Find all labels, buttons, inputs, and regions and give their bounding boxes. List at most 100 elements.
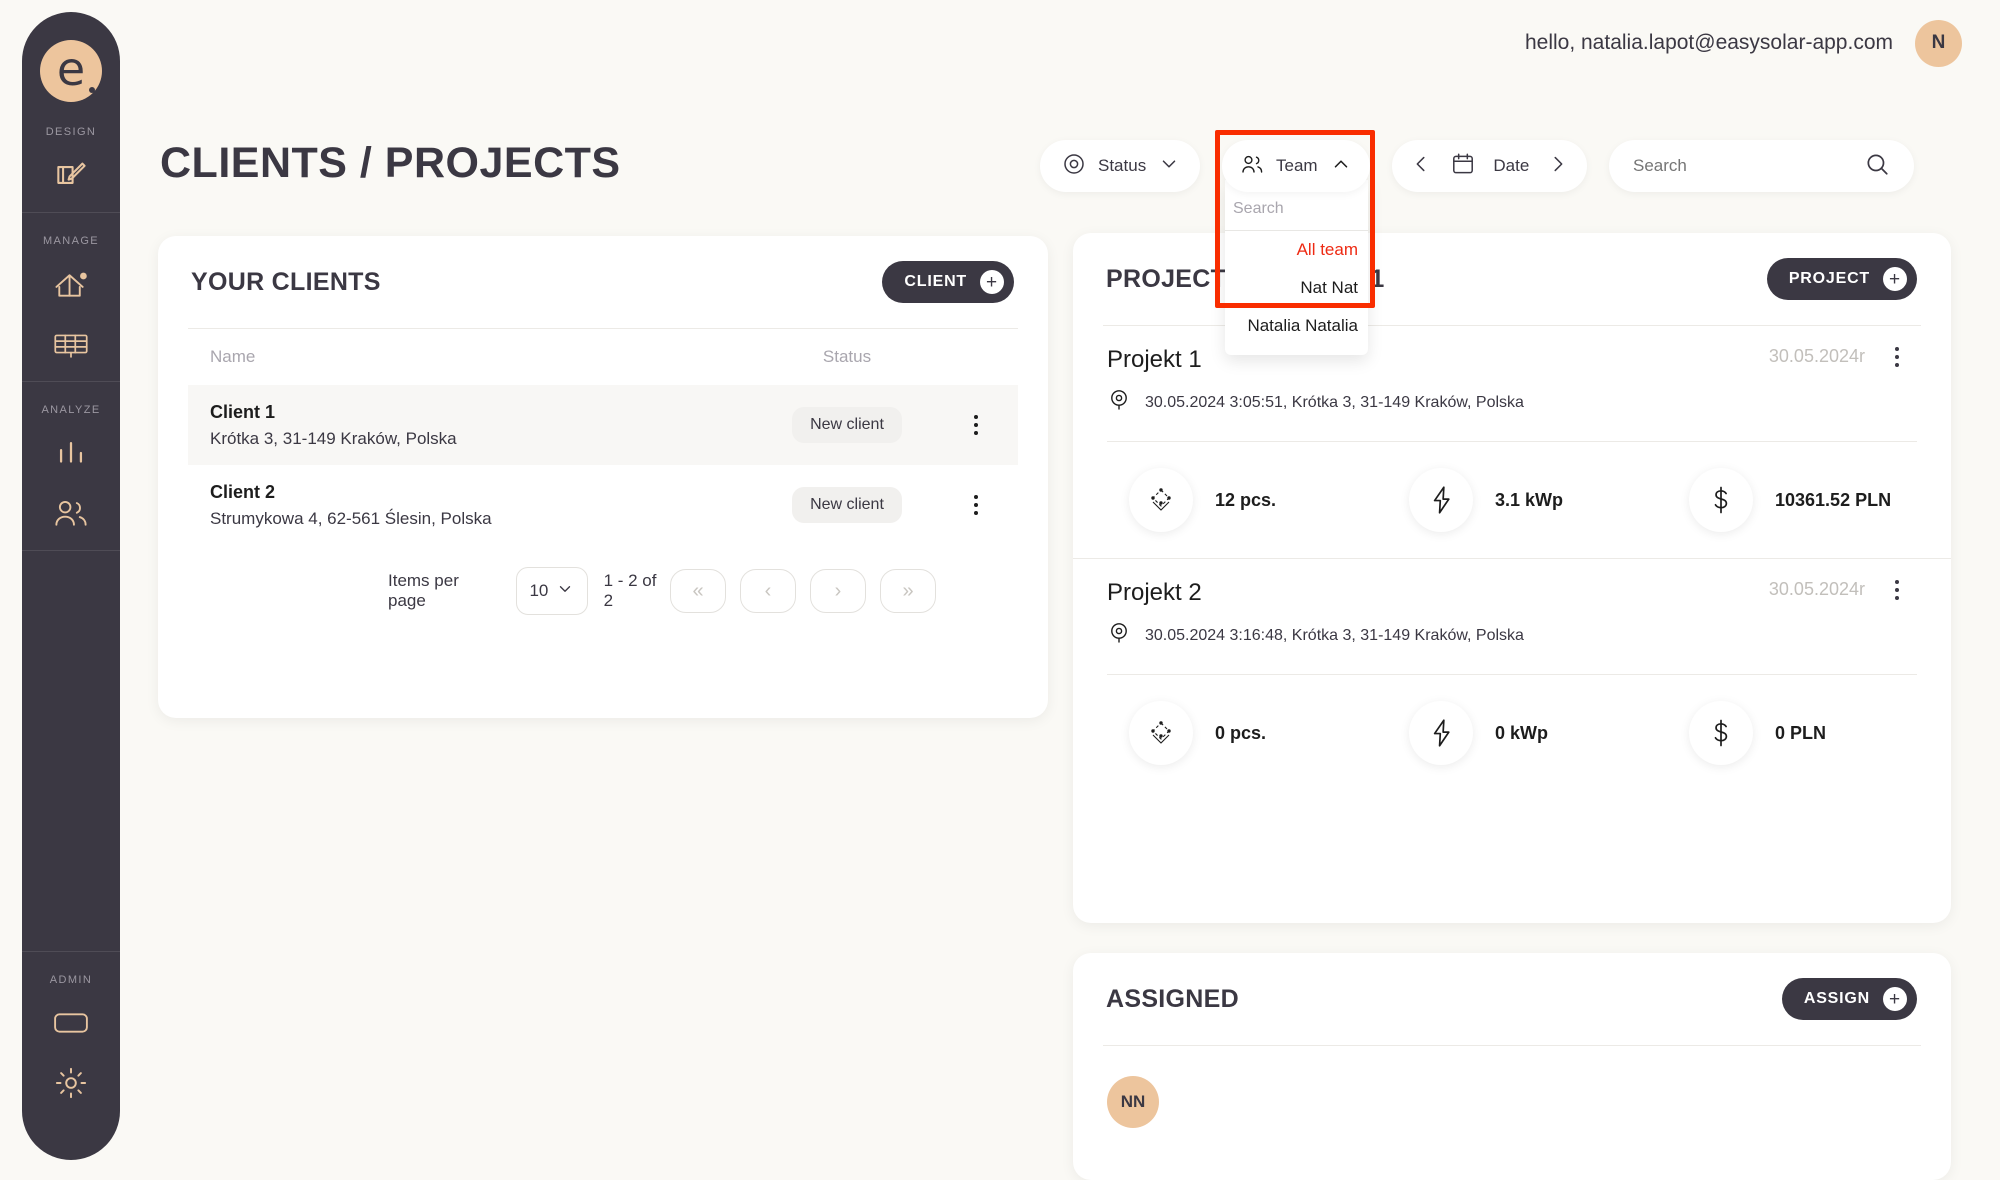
- last-page-button[interactable]: »: [880, 569, 936, 613]
- solar-modules-icon: [1129, 468, 1193, 532]
- date-filter-button[interactable]: Date: [1392, 140, 1587, 192]
- sidebar-item-house[interactable]: [48, 261, 94, 307]
- target-icon: [1062, 152, 1086, 181]
- stat-price-value: 10361.52 PLN: [1775, 489, 1892, 510]
- team-dropdown-menu[interactable]: All team Nat Nat Natalia Natalia: [1225, 180, 1368, 355]
- pagination-left: Items per page 10 1 - 2 of 2: [388, 567, 670, 615]
- row-menu-button[interactable]: [956, 495, 996, 515]
- client-info: Client 1 Krótka 3, 31-149 Kraków, Polska: [210, 402, 738, 449]
- team-option-all-team[interactable]: All team: [1225, 231, 1368, 269]
- prev-page-button[interactable]: ‹: [740, 569, 796, 613]
- chevron-down-icon: [1158, 153, 1180, 180]
- dollar-icon: [1689, 468, 1753, 532]
- solar-modules-icon: [1129, 701, 1193, 765]
- sidebar-group-design: DESIGN: [22, 104, 120, 212]
- client-info: Client 2 Strumykowa 4, 62-561 Ślesin, Po…: [210, 482, 738, 529]
- stat-power: 3.1 kWp: [1409, 468, 1689, 532]
- plus-icon: +: [1883, 987, 1907, 1011]
- sidebar-item-billing[interactable]: [48, 1000, 94, 1046]
- sidebar-item-solar-panel[interactable]: [48, 321, 94, 367]
- projects-card-header: PROJECTS 1 PROJECT +: [1073, 233, 1951, 325]
- project-date: 30.05.2024r: [1768, 346, 1865, 366]
- column-header-status: Status: [822, 347, 872, 366]
- team-option-natalia-natalia[interactable]: Natalia Natalia: [1225, 307, 1368, 345]
- stat-price: 10361.52 PLN: [1689, 468, 1891, 532]
- gear-icon: [53, 1065, 89, 1101]
- logo-dot: [89, 87, 95, 93]
- top-bar: hello, natalia.lapot@easysolar-app.com N: [0, 0, 2000, 86]
- project-stats: 12 pcs. 3.1 kWp 10361.52 PLN: [1107, 442, 1917, 558]
- chevron-down-icon: [556, 580, 574, 603]
- assigned-card-header: ASSIGNED ASSIGN +: [1073, 953, 1951, 1045]
- first-page-button[interactable]: «: [670, 569, 726, 613]
- assigned-card: ASSIGNED ASSIGN + NN: [1073, 953, 1951, 1180]
- location-pin-icon: [1107, 388, 1131, 417]
- stat-price-value: 0 PLN: [1775, 722, 1827, 743]
- stat-power: 0 kWp: [1409, 701, 1689, 765]
- assigned-card-title: ASSIGNED: [1106, 984, 1239, 1013]
- status-filter-label: Status: [1098, 156, 1147, 175]
- table-row[interactable]: Client 2 Strumykowa 4, 62-561 Ślesin, Po…: [188, 465, 1018, 545]
- user-greeting: hello, natalia.lapot@easysolar-app.com: [1524, 31, 1893, 54]
- sidebar-group-analyze: ANALYZE: [22, 382, 120, 550]
- client-name: Client 1: [210, 401, 276, 422]
- project-block: Projekt 1 30.05.2024r 30.05.2024 3:05:51…: [1073, 326, 1951, 558]
- projects-title-prefix: PROJECTS: [1106, 264, 1244, 293]
- team-search-input[interactable]: [1233, 200, 1360, 218]
- people-icon: [52, 498, 90, 528]
- items-per-page-label: Items per page: [388, 571, 459, 610]
- search-input[interactable]: [1633, 156, 1864, 176]
- assignee-avatar[interactable]: NN: [1107, 1076, 1159, 1128]
- next-page-button[interactable]: ›: [810, 569, 866, 613]
- client-name: Client 2: [210, 481, 276, 502]
- team-option-nat-nat[interactable]: Nat Nat: [1225, 269, 1368, 307]
- stat-power-value: 0 kWp: [1495, 722, 1549, 743]
- status-badge: New client: [792, 407, 902, 443]
- clients-table-header: Name Status: [188, 329, 1018, 385]
- add-client-button[interactable]: CLIENT +: [882, 261, 1014, 303]
- clients-card-title: YOUR CLIENTS: [191, 267, 381, 296]
- date-filter-label: Date: [1493, 156, 1530, 175]
- project-date: 30.05.2024r: [1768, 579, 1865, 599]
- row-menu-button[interactable]: [956, 415, 996, 435]
- status-filter-button[interactable]: Status: [1040, 140, 1200, 192]
- stat-modules-value: 0 pcs.: [1215, 722, 1267, 743]
- clients-card: YOUR CLIENTS CLIENT + Name Status Client…: [158, 236, 1048, 718]
- avatar[interactable]: N: [1915, 19, 1962, 67]
- table-row[interactable]: Client 1 Krótka 3, 31-149 Kraków, Polska…: [188, 385, 1018, 465]
- page-size-select[interactable]: 10: [516, 567, 588, 615]
- project-stats: 0 pcs. 0 kWp 0 PLN: [1107, 675, 1917, 791]
- project-menu-button[interactable]: [1877, 346, 1917, 367]
- sidebar-group-manage: MANAGE: [22, 213, 120, 381]
- bolt-icon: [1409, 701, 1473, 765]
- plus-icon: +: [980, 270, 1004, 294]
- sidebar-item-settings[interactable]: [48, 1060, 94, 1106]
- location-pin-icon: [1107, 621, 1131, 650]
- team-filter-label: Team: [1276, 156, 1318, 175]
- chevron-right-icon[interactable]: [1547, 153, 1569, 180]
- search-icon[interactable]: [1864, 151, 1890, 182]
- assign-button[interactable]: ASSIGN +: [1781, 978, 1917, 1020]
- dollar-icon: [1689, 701, 1753, 765]
- search-box[interactable]: [1609, 140, 1914, 192]
- sidebar-item-people[interactable]: [48, 490, 94, 536]
- sidebar-group-label-manage: MANAGE: [42, 235, 100, 247]
- pagination: Items per page 10 1 - 2 of 2 « ‹ › »: [388, 545, 988, 637]
- project-location: 30.05.2024 3:16:48, Krótka 3, 31-149 Kra…: [1107, 621, 1917, 650]
- team-filter-button[interactable]: Team: [1222, 140, 1370, 192]
- sidebar-item-design[interactable]: [48, 152, 94, 198]
- stat-power-value: 3.1 kWp: [1495, 489, 1564, 510]
- project-name: Projekt 2: [1107, 579, 1202, 606]
- project-location-text: 30.05.2024 3:05:51, Krótka 3, 31-149 Kra…: [1145, 393, 1524, 411]
- sidebar-group-label-design: DESIGN: [45, 126, 97, 138]
- project-name: Projekt 1: [1107, 346, 1202, 373]
- sidebar-item-analytics[interactable]: [48, 430, 94, 476]
- assign-label: ASSIGN: [1803, 990, 1870, 1007]
- chevron-left-icon[interactable]: [1410, 153, 1432, 180]
- client-address: Krótka 3, 31-149 Kraków, Polska: [210, 428, 457, 448]
- add-project-button[interactable]: PROJECT +: [1766, 258, 1917, 300]
- stat-modules: 0 pcs.: [1129, 701, 1409, 765]
- pagination-controls: « ‹ › »: [670, 569, 936, 613]
- project-header[interactable]: Projekt 2 30.05.2024r: [1107, 559, 1917, 607]
- project-menu-button[interactable]: [1877, 579, 1917, 600]
